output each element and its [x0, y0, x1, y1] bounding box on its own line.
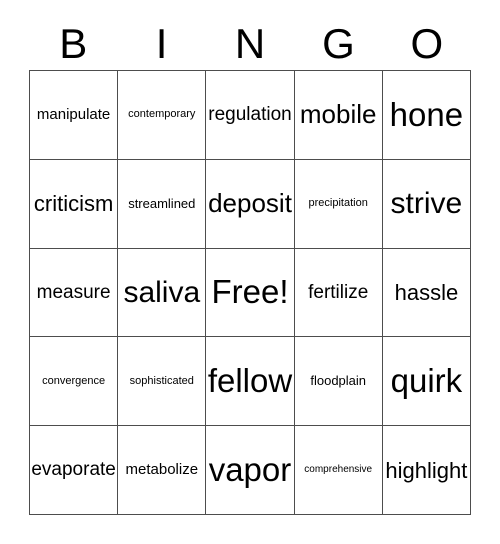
header-letter-i: I [155, 20, 168, 67]
bingo-cell-i2[interactable]: streamlined [118, 159, 207, 249]
bingo-cell-n2[interactable]: deposit [206, 159, 295, 249]
bingo-cell-n1[interactable]: regulation [206, 71, 295, 160]
bingo-cell-label: regulation [208, 103, 292, 125]
bingo-cell-label: fellow [207, 361, 293, 399]
bingo-cell-label: fertilize [308, 281, 369, 303]
bingo-cell-o5[interactable]: highlight [382, 426, 471, 515]
bingo-cell-b3[interactable]: measure [30, 248, 119, 338]
bingo-cell-i1[interactable]: contemporary [118, 71, 207, 160]
bingo-cell-b5[interactable]: evaporate [30, 426, 119, 515]
bingo-cell-label: convergence [42, 374, 106, 387]
bingo-cell-label: vapor [208, 450, 292, 488]
bingo-card: B I N G O manipulate contemporary regula… [0, 0, 500, 544]
bingo-cell-i4[interactable]: sophisticated [118, 337, 207, 427]
bingo-cell-label: contemporary [128, 108, 196, 121]
bingo-cell-label: evaporate [31, 459, 116, 481]
bingo-cell-o4[interactable]: quirk [382, 337, 471, 427]
header-letter-n: N [234, 20, 266, 67]
bingo-cell-label: comprehensive [304, 463, 373, 475]
header-letter-g: G [322, 20, 355, 67]
bingo-cell-label: manipulate [36, 106, 111, 124]
header-letter-b: B [59, 20, 88, 67]
bingo-cell-label: measure [36, 281, 111, 303]
bingo-cell-label: hassle [394, 279, 459, 305]
bingo-cell-g4[interactable]: floodplain [294, 337, 383, 427]
bingo-cell-g5[interactable]: comprehensive [294, 426, 383, 515]
bingo-cell-o2[interactable]: strive [382, 159, 471, 249]
bingo-cell-n5[interactable]: vapor [206, 426, 295, 515]
free-space-label: Free! [211, 273, 289, 311]
bingo-cell-free-space[interactable]: Free! [206, 248, 295, 338]
bingo-cell-label: floodplain [310, 373, 367, 389]
bingo-cell-label: metabolize [125, 461, 199, 479]
bingo-cell-b2[interactable]: criticism [30, 159, 119, 249]
bingo-cell-label: hone [389, 95, 464, 133]
bingo-cell-label: precipitation [308, 196, 368, 209]
bingo-cell-g1[interactable]: mobile [294, 71, 383, 160]
bingo-cell-label: saliva [123, 275, 201, 309]
bingo-cell-b4[interactable]: convergence [30, 337, 119, 427]
bingo-cell-label: deposit [208, 188, 292, 219]
bingo-cell-n4[interactable]: fellow [206, 337, 295, 427]
bingo-cell-g2[interactable]: precipitation [294, 159, 383, 249]
bingo-cell-label: criticism [33, 191, 114, 217]
bingo-cell-o3[interactable]: hassle [382, 248, 471, 338]
header-letter-o: O [410, 20, 444, 67]
bingo-cell-label: quirk [390, 361, 463, 399]
bingo-header-row: B I N G O [29, 18, 471, 70]
bingo-grid: manipulate contemporary regulation mobil… [29, 70, 471, 515]
bingo-cell-label: streamlined [128, 195, 196, 211]
bingo-cell-label: highlight [385, 457, 468, 483]
bingo-cell-label: sophisticated [129, 374, 194, 387]
bingo-cell-label: mobile [299, 99, 377, 130]
bingo-cell-g3[interactable]: fertilize [294, 248, 383, 338]
bingo-cell-o1[interactable]: hone [382, 71, 471, 160]
bingo-cell-b1[interactable]: manipulate [30, 71, 119, 160]
bingo-cell-i3[interactable]: saliva [118, 248, 207, 338]
bingo-cell-i5[interactable]: metabolize [118, 426, 207, 515]
bingo-cell-label: strive [390, 186, 463, 220]
